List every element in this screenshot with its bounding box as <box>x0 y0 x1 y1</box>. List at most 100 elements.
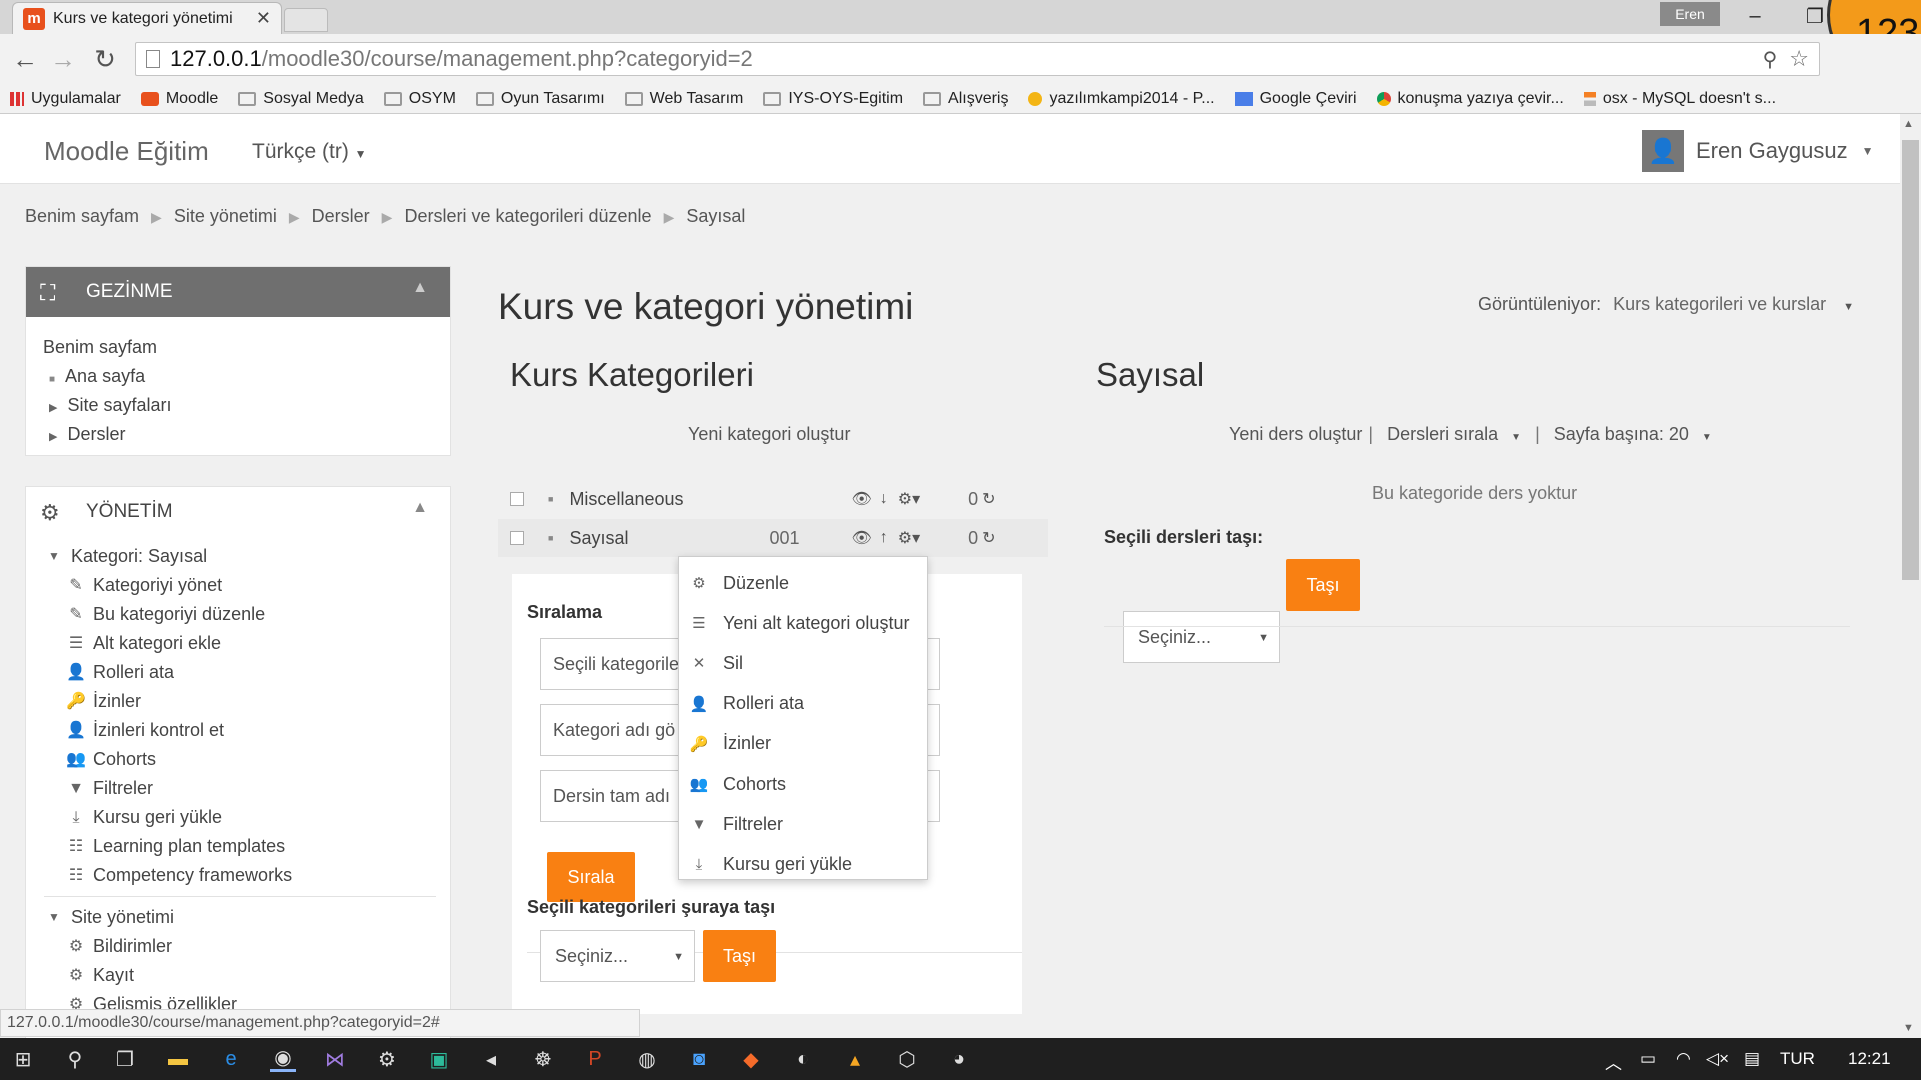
clock[interactable]: 12:21 <box>1848 1049 1891 1069</box>
powerpoint-icon[interactable]: P <box>582 1046 608 1072</box>
tab-close-icon[interactable]: ✕ <box>256 8 271 29</box>
menu-item-permissions[interactable]: 🔑 İzinler <box>679 724 927 764</box>
admin-item-filters[interactable]: ▼ Filtreler <box>66 774 450 803</box>
admin-item-add-subcategory[interactable]: ☰ Alt kategori ekle <box>66 629 450 658</box>
sort-button[interactable]: Sırala <box>547 852 635 902</box>
move-categories-button[interactable]: Taşı <box>703 930 776 982</box>
scroll-up-icon[interactable]: ▲ <box>1903 118 1914 130</box>
new-category-link[interactable]: Yeni kategori oluştur <box>688 424 850 445</box>
bookmark-yazilim[interactable]: yazılımkampi2014 - P... <box>1028 90 1215 108</box>
breadcrumb-item[interactable]: Site yönetimi <box>174 206 277 228</box>
site-brand[interactable]: Moodle Eğitim <box>44 136 209 167</box>
category-checkbox[interactable] <box>510 531 524 545</box>
admin-item-cohorts[interactable]: 👥 Cohorts <box>66 745 450 774</box>
breadcrumb-item[interactable]: Dersler <box>312 206 370 228</box>
gear-icon[interactable]: ⚙▾ <box>898 528 920 548</box>
input-language[interactable]: TUR <box>1780 1049 1815 1069</box>
admin-category-node[interactable]: ▼ Kategori: Sayısal <box>44 541 450 571</box>
scrollbar-thumb[interactable] <box>1902 140 1919 580</box>
zoom-icon[interactable]: ⚲ <box>1763 47 1778 72</box>
nav-item-courses[interactable]: ▶ Dersler <box>43 420 450 449</box>
category-name[interactable]: Sayısal <box>569 528 769 549</box>
view-mode-selector[interactable]: Görüntüleniyor: Kurs kategorileri ve kurs… <box>1478 294 1854 315</box>
app-icon[interactable]: ◕ <box>946 1046 972 1072</box>
scroll-down-icon[interactable]: ▼ <box>1903 1022 1914 1034</box>
browser-tab[interactable]: m Kurs ve kategori yönetimi ✕ <box>12 2 282 34</box>
wifi-icon[interactable]: ◠ <box>1676 1049 1691 1069</box>
steam-icon[interactable]: ◐ <box>790 1046 816 1072</box>
arrow-up-icon[interactable]: ↑ <box>880 529 888 547</box>
task-view-icon[interactable]: ❐ <box>112 1046 138 1072</box>
admin-site-notifications[interactable]: ⚙ Bildirimler <box>66 932 450 961</box>
new-course-link[interactable]: Yeni ders oluştur <box>1229 424 1362 445</box>
language-menu[interactable]: Türkçe (tr) ▼ <box>252 140 367 164</box>
menu-item-filters[interactable]: ▼ Filtreler <box>679 804 927 844</box>
volume-icon[interactable]: ◁× <box>1706 1049 1729 1069</box>
app-icon[interactable]: ▣ <box>426 1046 452 1072</box>
bookmark-osx[interactable]: osx - MySQL doesn't s... <box>1583 90 1776 108</box>
bookmark-folder[interactable]: Oyun Tasarımı <box>475 90 605 108</box>
nav-item-home[interactable]: ■ Ana sayfa <box>43 362 450 391</box>
category-name[interactable]: Miscellaneous <box>569 489 769 510</box>
address-bar[interactable]: 127.0.0.1/moodle30/course/management.php… <box>135 42 1820 76</box>
administration-block-header[interactable]: ⚙ YÖNETİM ▲ <box>26 487 450 537</box>
new-tab-button[interactable] <box>284 8 328 32</box>
back-icon[interactable]: ← <box>10 44 40 74</box>
bookmark-folder[interactable]: OSYM <box>383 90 456 108</box>
move-courses-button[interactable]: Taşı <box>1286 559 1360 611</box>
app-icon[interactable]: ◆ <box>738 1046 764 1072</box>
nav-item-root[interactable]: Benim sayfam <box>43 333 450 362</box>
bookmark-star-icon[interactable]: ☆ <box>1789 46 1809 72</box>
search-icon[interactable]: ⚲ <box>62 1046 88 1072</box>
windows-start-icon[interactable]: ⊞ <box>10 1046 36 1072</box>
menu-item-new-subcategory[interactable]: ☰ Yeni alt kategori oluştur <box>679 603 927 643</box>
app-icon[interactable]: ☸ <box>530 1046 556 1072</box>
profile-button[interactable]: Eren <box>1660 2 1720 26</box>
bookmark-apps[interactable]: Uygulamalar <box>10 90 121 108</box>
breadcrumb-item[interactable]: Dersleri ve kategorileri düzenle <box>404 206 651 228</box>
breadcrumb-item[interactable]: Sayısal <box>686 206 745 228</box>
bookmark-folder[interactable]: Sosyal Medya <box>238 90 364 108</box>
menu-item-delete[interactable]: ✕ Sil <box>679 643 927 683</box>
file-explorer-icon[interactable]: ▬ <box>165 1046 191 1072</box>
app-icon[interactable]: ◂ <box>478 1046 504 1072</box>
battery-icon[interactable]: ▭ <box>1640 1049 1656 1069</box>
admin-item-learning-plans[interactable]: ☷ Learning plan templates <box>66 832 450 861</box>
gear-icon[interactable]: ⚙▾ <box>898 489 920 509</box>
admin-site-node[interactable]: ▼ Site yönetimi <box>44 903 450 932</box>
forward-icon[interactable]: → <box>48 44 78 74</box>
bookmark-konusma[interactable]: konuşma yazıya çevir... <box>1376 90 1564 108</box>
bookmark-folder[interactable]: IYS-OYS-Egitim <box>763 90 903 108</box>
app-icon[interactable]: ▴ <box>842 1046 868 1072</box>
admin-item-manage-category[interactable]: ✎ Kategoriyi yönet <box>66 571 450 600</box>
app-icon[interactable]: ⬡ <box>894 1046 920 1072</box>
app-icon[interactable]: ◍ <box>634 1046 660 1072</box>
chrome-taskbar-icon[interactable]: ◉ <box>270 1046 296 1072</box>
category-checkbox[interactable] <box>510 492 524 506</box>
admin-item-assign-roles[interactable]: 👤 Rolleri ata <box>66 658 450 687</box>
nav-item-site-pages[interactable]: ▶ Site sayfaları <box>43 391 450 420</box>
app-icon[interactable]: ◙ <box>686 1046 712 1072</box>
arrow-down-icon[interactable]: ↓ <box>880 490 888 508</box>
menu-item-cohorts[interactable]: 👥 Cohorts <box>679 764 927 804</box>
sort-courses-menu[interactable]: Dersleri sırala ▼ <box>1387 424 1521 445</box>
breadcrumb-item[interactable]: Benim sayfam <box>25 206 139 228</box>
settings-app-icon[interactable]: ⚙ <box>374 1046 400 1072</box>
eye-icon[interactable]: 👁 <box>851 489 871 509</box>
collapse-icon[interactable]: ▲ <box>412 279 428 297</box>
refresh-icon[interactable]: ↻ <box>982 528 995 548</box>
navigation-block-header[interactable]: ⛶ GEZİNME ▲ <box>26 267 450 317</box>
user-menu[interactable]: 👤 Eren Gaygusuz ▼ <box>1642 130 1874 172</box>
bookmark-translate[interactable]: Google Çeviri <box>1234 90 1357 108</box>
tray-chevron-icon[interactable]: ︿ <box>1605 1049 1622 1074</box>
collapse-icon[interactable]: ▲ <box>412 499 428 517</box>
admin-item-permissions[interactable]: 🔑 İzinler <box>66 687 450 716</box>
menu-item-edit[interactable]: ⚙ Düzenle <box>679 563 927 603</box>
refresh-icon[interactable]: ↻ <box>982 489 995 509</box>
bookmark-folder[interactable]: Web Tasarım <box>624 90 743 108</box>
notifications-icon[interactable]: ▤ <box>1744 1049 1760 1069</box>
edge-icon[interactable]: e <box>218 1046 244 1072</box>
minimize-icon[interactable]: – <box>1730 0 1780 32</box>
reload-icon[interactable]: ↻ <box>90 44 120 74</box>
eye-icon[interactable]: 👁 <box>851 528 871 548</box>
